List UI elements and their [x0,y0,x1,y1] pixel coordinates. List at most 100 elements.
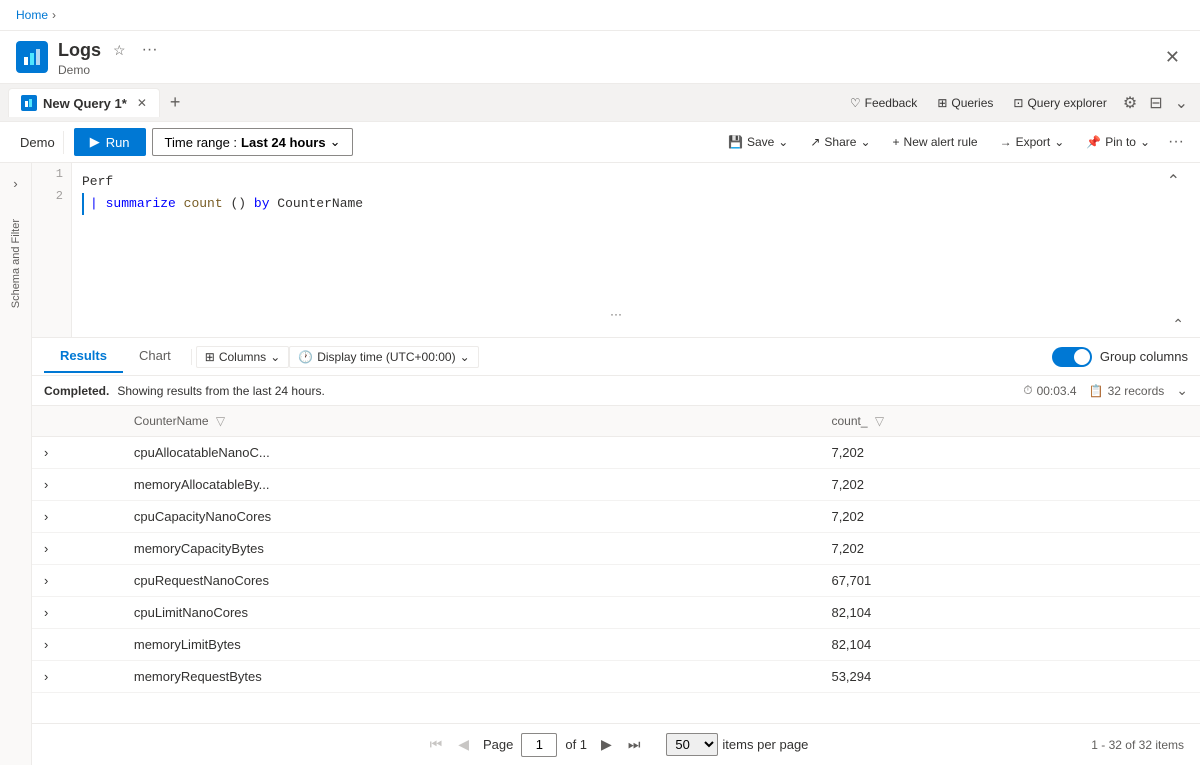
schema-sidebar: › Schema and Filter [0,163,32,765]
collapse-controls: ⌃ [1163,167,1184,195]
results-tabs: Results Chart ⊞ Columns ⌄ 🕐 Display time… [32,338,1200,376]
counter-name-filter[interactable]: ▽ [216,414,225,428]
line-num-1: 1 [32,163,71,185]
query-explorer-button[interactable]: ⊡ Query explorer [1005,92,1114,114]
row-expand-3[interactable]: › [32,533,122,565]
table-row: › cpuLimitNanoCores 82,104 [32,597,1200,629]
app-icon [16,41,48,73]
editor-collapse-bottom[interactable]: ⌃ [1172,316,1184,333]
run-button[interactable]: ▶ Run [74,128,146,156]
code-content: Perf | summarize count () by CounterName [32,163,1200,223]
tab-close-button[interactable]: ✕ [137,96,147,110]
next-page-button[interactable]: ▶ [595,732,618,757]
display-time-button[interactable]: 🕐 Display time (UTC+00:00) ⌄ [289,346,478,368]
export-icon: → [1000,135,1012,149]
count-filter[interactable]: ▽ [875,414,884,428]
row-count-1: 7,202 [819,469,1200,501]
items-per-page-label: items per page [722,737,808,752]
tab-results[interactable]: Results [44,340,123,373]
code-line-2: | summarize count () by CounterName [82,193,1192,215]
app-header: Logs ☆ ··· Demo ✕ [0,31,1200,84]
pin-button[interactable]: 📌 Pin to ⌄ [1078,131,1158,153]
count-header: count_ ▽ [819,406,1200,437]
header-actions: ✕ [1161,43,1184,72]
sidebar-toggle-button[interactable]: › [4,171,28,195]
queries-button[interactable]: ⊞ Queries [929,92,1001,114]
tab-bar-right: ♡ Feedback ⊞ Queries ⊡ Query explorer ⚙ … [842,89,1192,117]
toggle-knob [1074,349,1090,365]
new-alert-button[interactable]: + New alert rule [885,131,986,153]
code-editor[interactable]: 1 2 Perf | summarize count () by Counter… [32,163,1200,338]
first-page-button[interactable]: ⏮ [424,732,449,757]
table-body: › cpuAllocatableNanoC... 7,202 › memoryA… [32,437,1200,693]
table-row: › memoryCapacityBytes 7,202 [32,533,1200,565]
feedback-button[interactable]: ♡ Feedback [842,92,925,114]
data-table: CounterName ▽ count_ ▽ › cpuAllocatableN… [32,406,1200,693]
close-button[interactable]: ✕ [1161,43,1184,72]
row-counter-name-1: memoryAllocatableBy... [122,469,820,501]
toolbar: Demo ▶ Run Time range : Last 24 hours ⌄ … [0,122,1200,163]
page-input[interactable] [521,733,557,757]
time-range-button[interactable]: Time range : Last 24 hours ⌄ [152,128,354,156]
favorite-button[interactable]: ☆ [109,38,130,63]
last-page-button[interactable]: ⏭ [622,732,647,757]
tab-bar: New Query 1* ✕ + ♡ Feedback ⊞ Queries ⊡ … [0,84,1200,122]
row-expand-6[interactable]: › [32,629,122,661]
clock-icon: 🕐 [298,350,313,364]
status-message: Showing results from the last 24 hours. [117,384,324,398]
row-counter-name-4: cpuRequestNanoCores [122,565,820,597]
results-tab-separator [191,349,192,365]
row-expand-2[interactable]: › [32,501,122,533]
row-count-4: 67,701 [819,565,1200,597]
row-expand-7[interactable]: › [32,661,122,693]
breadcrumb-home[interactable]: Home [16,8,48,22]
prev-page-button[interactable]: ◀ [452,732,475,757]
query-tab[interactable]: New Query 1* ✕ [8,88,160,117]
expand-results-button[interactable]: ⌄ [1176,382,1188,399]
expand-tabbar-button[interactable]: ⌄ [1171,89,1192,117]
status-completed: Completed. [44,384,109,398]
pagination: ⏮ ◀ Page of 1 ▶ ⏭ 50 100 200 items per p… [32,723,1200,765]
status-bar: Completed. Showing results from the last… [32,376,1200,406]
page-label: Page [483,737,513,752]
status-right: ⏱ 00:03.4 📋 32 records ⌄ [1023,382,1188,399]
columns-button[interactable]: ⊞ Columns ⌄ [196,346,289,368]
export-button[interactable]: → Export ⌄ [992,131,1073,153]
editor-ellipsis: ··· [606,303,626,325]
share-button[interactable]: ↗ Share ⌄ [802,131,878,153]
status-time: ⏱ 00:03.4 [1023,383,1076,398]
schema-label: Schema and Filter [10,219,22,308]
code-line-1: Perf [82,171,1192,193]
time-range-chevron: ⌄ [330,134,341,150]
row-expand-4[interactable]: › [32,565,122,597]
columns-chevron: ⌄ [270,350,280,364]
counter-name-label: CounterName [134,414,209,428]
row-expand-1[interactable]: › [32,469,122,501]
counter-name-header: CounterName ▽ [122,406,820,437]
per-page-selector: 50 100 200 items per page [666,733,808,756]
alert-icon: + [893,135,900,149]
tab-chart[interactable]: Chart [123,340,187,373]
row-counter-name-6: memoryLimitBytes [122,629,820,661]
settings-button[interactable]: ⚙ [1119,89,1141,117]
layout-button[interactable]: ⊟ [1145,89,1166,117]
collapse-button[interactable]: ⌃ [1163,167,1184,195]
more-options-button[interactable]: ··· [138,37,162,63]
save-button[interactable]: 💾 Save ⌄ [720,131,796,153]
columns-icon: ⊞ [205,350,215,364]
main-area: › Schema and Filter 1 2 Perf | summarize… [0,163,1200,765]
per-page-select[interactable]: 50 100 200 [666,733,718,756]
app-title-block: Logs ☆ ··· Demo [58,37,1161,77]
row-expand-0[interactable]: › [32,437,122,469]
row-count-5: 82,104 [819,597,1200,629]
save-icon: 💾 [728,135,743,149]
group-columns-switch[interactable] [1052,347,1092,367]
toolbar-more-button[interactable]: ··· [1164,129,1188,155]
add-tab-button[interactable]: + [162,88,189,117]
count-label: count_ [831,414,867,428]
table-row: › cpuRequestNanoCores 67,701 [32,565,1200,597]
editor-results: 1 2 Perf | summarize count () by Counter… [32,163,1200,765]
export-chevron: ⌄ [1054,135,1064,149]
row-expand-5[interactable]: › [32,597,122,629]
line-num-2: 2 [32,185,71,207]
